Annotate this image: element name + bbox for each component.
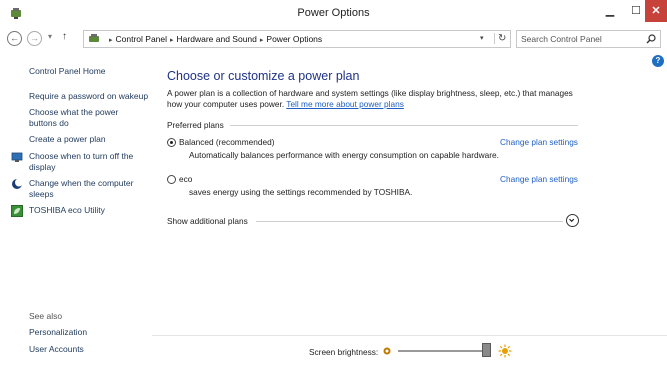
up-button[interactable]: ↑ — [62, 31, 67, 42]
sidebar: Control Panel Home Require a password on… — [0, 52, 152, 368]
breadcrumb-separator: ▸ — [109, 37, 113, 44]
change-plan-settings-link[interactable]: Change plan settings — [500, 137, 578, 147]
sidebar-item-label: Change when the computer sleeps — [29, 178, 134, 199]
breadcrumb-separator: ▸ — [170, 37, 174, 44]
preferred-plans-label: Preferred plans — [167, 120, 224, 130]
plan-name[interactable]: Balanced (recommended) — [179, 137, 274, 147]
plan-radio-eco[interactable] — [167, 175, 176, 184]
help-icon[interactable]: ? — [652, 55, 664, 67]
brightness-slider-thumb[interactable] — [481, 343, 491, 357]
control-panel-icon — [89, 34, 99, 42]
breadcrumb-control-panel[interactable]: Control Panel — [116, 34, 168, 44]
learn-more-link[interactable]: Tell me more about power plans — [286, 99, 404, 109]
main-content: ? Choose or customize a power plan A pow… — [152, 52, 667, 368]
sidebar-item-require-password[interactable]: Require a password on wakeup — [29, 91, 148, 102]
see-also-label: See also — [29, 311, 63, 321]
plan-radio-balanced[interactable] — [167, 138, 176, 147]
sidebar-item-computer-sleeps[interactable]: Change when the computer sleeps — [11, 178, 141, 200]
expand-plans-button[interactable] — [566, 214, 579, 227]
breadcrumb-separator: ▸ — [259, 37, 264, 44]
search-input[interactable] — [521, 33, 636, 45]
preferred-plans-divider — [230, 125, 578, 126]
chevron-down-icon — [569, 218, 575, 223]
sidebar-item-label: Choose when to turn off the display — [29, 151, 134, 172]
page-title: Choose or customize a power plan — [167, 69, 360, 83]
address-bar: ← → ▾ ↑ ▸ Control Panel ▸ Hardware and Soun… — [0, 28, 667, 50]
address-box[interactable]: ▸ Control Panel ▸ Hardware and Sound ▸ Power … — [83, 30, 511, 48]
sidebar-item-create-plan[interactable]: Create a power plan — [29, 134, 106, 145]
eco-leaf-icon — [11, 205, 23, 217]
brightness-slider-track[interactable] — [398, 350, 488, 352]
search-icon[interactable] — [646, 34, 656, 44]
sidebar-item-turn-off-display[interactable]: Choose when to turn off the display — [11, 151, 141, 173]
change-plan-settings-link[interactable]: Change plan settings — [500, 174, 578, 184]
moon-icon — [12, 178, 23, 189]
sidebar-item-power-buttons[interactable]: Choose what the power buttons do — [29, 107, 129, 129]
footer-divider — [152, 335, 667, 336]
breadcrumb: ▸ Control Panel ▸ Hardware and Sound ▸ Power … — [106, 34, 322, 44]
forward-button[interactable]: → — [27, 31, 42, 46]
plan-description: Automatically balances performance with … — [189, 150, 499, 160]
sidebar-item-toshiba-eco[interactable]: TOSHIBA eco Utility — [11, 205, 141, 217]
see-also-personalization[interactable]: Personalization — [29, 327, 87, 338]
recent-locations-button[interactable]: ▾ — [48, 32, 52, 41]
refresh-button[interactable]: ↻ — [494, 33, 506, 44]
plan-description: saves energy using the settings recommen… — [189, 187, 413, 197]
see-also-user-accounts[interactable]: User Accounts — [29, 344, 84, 355]
page-description: A power plan is a collection of hardware… — [167, 88, 587, 110]
title-bar: Power Options ▁ ☐ ✕ — [0, 0, 667, 27]
close-button[interactable]: ✕ — [645, 0, 667, 22]
window-title: Power Options — [297, 7, 370, 19]
monitor-icon — [11, 152, 23, 162]
plan-name[interactable]: eco — [179, 174, 192, 184]
brightness-high-icon — [498, 344, 512, 358]
back-button[interactable]: ← — [7, 31, 22, 46]
address-dropdown-button[interactable]: ▾ — [480, 34, 484, 42]
minimize-button[interactable]: ▁ — [597, 0, 623, 22]
brightness-low-icon — [383, 347, 391, 355]
sidebar-control-panel-home[interactable]: Control Panel Home — [29, 66, 106, 77]
show-additional-plans-label[interactable]: Show additional plans — [167, 216, 248, 226]
search-box — [516, 30, 661, 48]
breadcrumb-hardware-and-sound[interactable]: Hardware and Sound — [177, 34, 257, 44]
breadcrumb-power-options[interactable]: Power Options — [266, 34, 322, 44]
sidebar-item-label: TOSHIBA eco Utility — [29, 205, 105, 215]
screen-brightness-label: Screen brightness: — [309, 347, 379, 357]
additional-plans-divider — [256, 221, 563, 222]
